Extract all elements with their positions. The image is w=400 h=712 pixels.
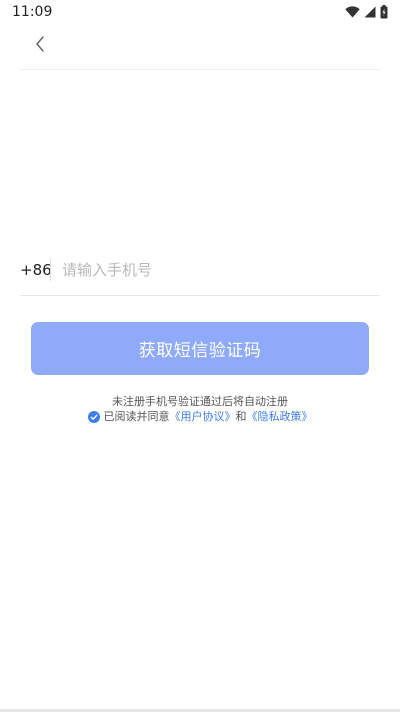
phone-input[interactable] [62,256,372,284]
wifi-icon [345,6,360,18]
login-screen: 11:09 +86 请输入手机号 获取短信验证码 未注册手机号验证通过后将自动注… [0,0,400,712]
signal-icon [364,6,376,18]
agree-checkbox[interactable] [87,411,100,423]
agreement-row: 已阅读并同意 《用户协议》 和 《隐私政策》 [0,409,400,425]
status-time: 11:09 [12,4,53,20]
input-underline [20,295,380,296]
back-button[interactable] [24,30,56,62]
code-divider [50,259,51,281]
auto-register-hint: 未注册手机号验证通过后将自动注册 [112,395,288,408]
chevron-left-icon [34,35,46,57]
get-sms-code-button[interactable]: 获取短信验证码 [31,322,369,375]
agreement-prefix: 已阅读并同意 [103,410,170,423]
status-bar: 11:09 [0,0,400,24]
agreement-and: 和 [235,410,247,423]
status-icons [345,4,388,20]
battery-icon [380,5,388,19]
user-agreement-link[interactable]: 《用户协议》 [170,410,236,424]
nav-divider [20,69,380,70]
privacy-policy-link[interactable]: 《隐私政策》 [247,410,313,424]
check-circle-icon [87,411,100,423]
phone-input-row: +86 [20,252,380,290]
country-code[interactable]: +86 [20,260,52,280]
